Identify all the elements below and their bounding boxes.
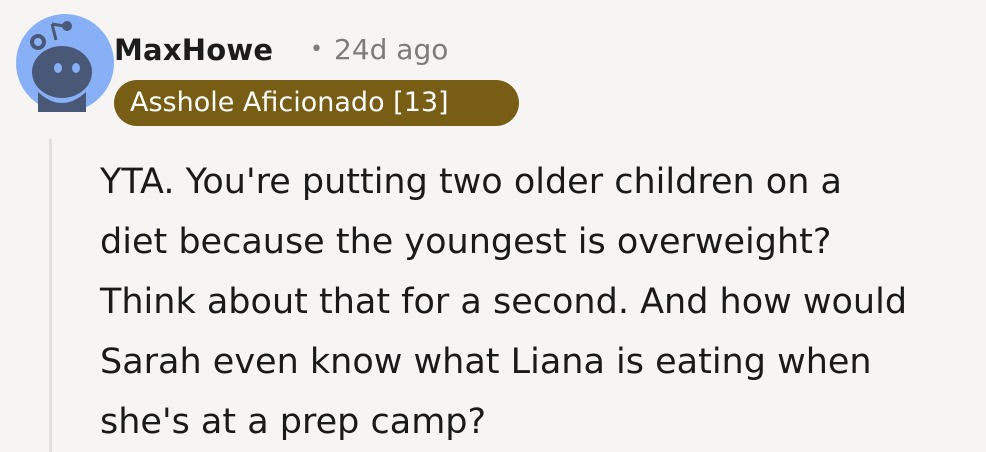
username-link[interactable]: MaxHowe: [114, 30, 273, 70]
comment-timestamp[interactable]: 24d ago: [334, 30, 448, 70]
snoo-avatar-icon: [16, 14, 114, 112]
avatar[interactable]: [16, 14, 114, 112]
meta-separator: •: [310, 37, 323, 62]
thread-collapse-line[interactable]: [49, 139, 52, 452]
comment-body-text: YTA. You're putting two older children o…: [100, 162, 908, 442]
user-flair-badge: Asshole Aficionado [13]: [114, 80, 519, 126]
